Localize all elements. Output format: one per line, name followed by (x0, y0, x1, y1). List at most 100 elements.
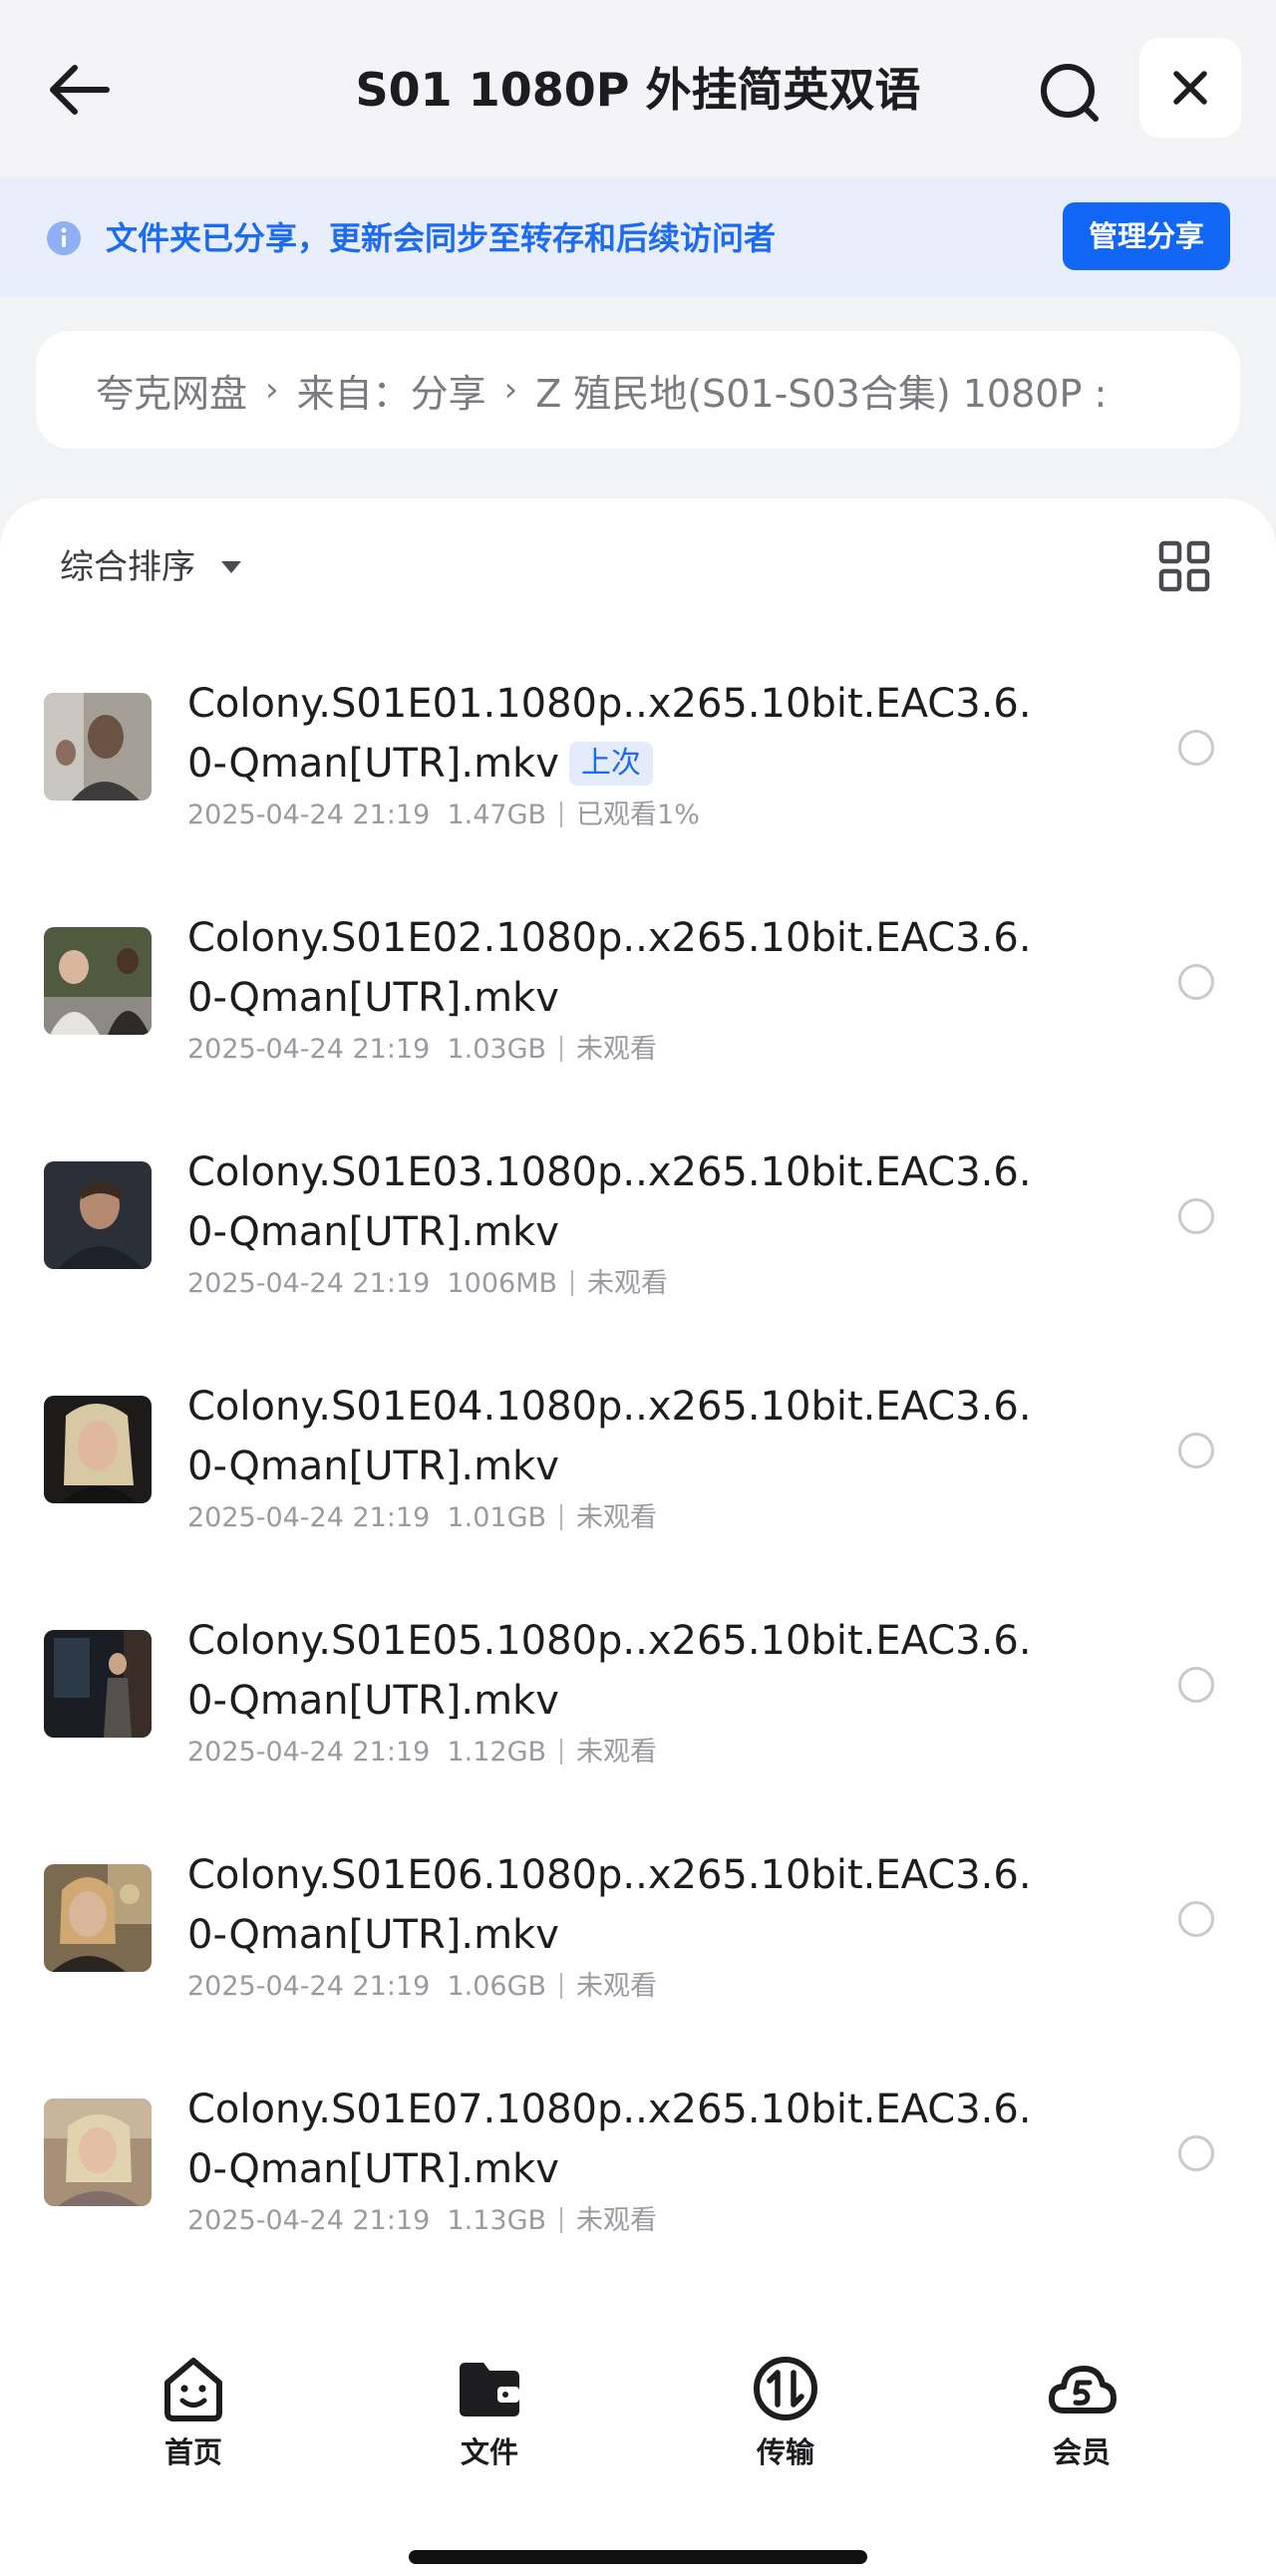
file-date: 2025-04-24 21:19 (187, 1737, 431, 1768)
tab-transfer-label: 传输 (756, 2435, 814, 2469)
list-item[interactable]: Colony.S01E05.1080p..x265.10bit.EAC3.6.0… (0, 1585, 1276, 1819)
chevron-right-icon: › (265, 370, 279, 410)
select-radio[interactable] (1178, 964, 1214, 1000)
caret-down-icon (221, 561, 241, 573)
close-icon (1173, 71, 1207, 105)
file-meta: 2025-04-24 21:19 1.47GB 已观看1% (187, 796, 700, 835)
breadcrumb-item-folder[interactable]: Z 殖民地(S01-S03合集) 1080P : (535, 363, 1107, 418)
info-icon (47, 221, 81, 255)
video-thumbnail (44, 927, 152, 1035)
video-thumbnail (44, 2098, 152, 2206)
file-meta: 2025-04-24 21:19 1.12GB 未观看 (187, 1733, 657, 1772)
breadcrumb-item-root[interactable]: 夸克网盘 (96, 363, 247, 418)
page-title: S01 1080P 外挂简英双语 (355, 63, 921, 117)
file-meta: 2025-04-24 21:19 1006MB 未观看 (187, 1264, 668, 1304)
top-bar: S01 1080P 外挂简英双语 (0, 0, 1276, 177)
file-date: 2025-04-24 21:19 (187, 1268, 431, 1299)
file-date: 2025-04-24 21:19 (187, 1502, 431, 1533)
list-item[interactable]: Colony.S01E03.1080p..x265.10bit.EAC3.6.0… (0, 1117, 1276, 1351)
file-date: 2025-04-24 21:19 (187, 1034, 431, 1065)
watch-status: 未观看 (576, 2205, 658, 2236)
breadcrumb-item-share[interactable]: 来自：分享 (297, 363, 486, 418)
back-arrow-icon (50, 65, 110, 115)
search-button[interactable] (1027, 50, 1113, 136)
manage-share-button[interactable]: 管理分享 (1063, 202, 1230, 270)
watch-status: 未观看 (576, 1502, 658, 1533)
select-radio[interactable] (1178, 1198, 1214, 1234)
watch-status: 未观看 (576, 1971, 658, 2002)
file-size: 1006MB (447, 1268, 558, 1299)
watch-status: 未观看 (576, 1034, 658, 1065)
list-item[interactable]: Colony.S01E02.1080p..x265.10bit.EAC3.6.0… (0, 882, 1276, 1117)
file-meta: 2025-04-24 21:19 1.01GB 未观看 (187, 1498, 657, 1538)
list-item[interactable]: Colony.S01E06.1080p..x265.10bit.EAC3.6.0… (0, 1819, 1276, 2054)
last-played-badge: 上次 (568, 742, 653, 786)
tab-transfer[interactable]: 传输 (696, 2353, 875, 2502)
tab-member-label: 会员 (1052, 2435, 1111, 2469)
select-radio[interactable] (1178, 1901, 1214, 1937)
video-thumbnail (44, 1630, 152, 1738)
video-thumbnail (44, 1396, 152, 1503)
divider (560, 1036, 563, 1062)
share-notice-text: 文件夹已分享，更新会同步至转存和后续访问者 (106, 219, 777, 257)
sort-label: 综合排序 (60, 547, 195, 587)
file-name: Colony.S01E05.1080p..x265.10bit.EAC3.6.0… (187, 1618, 1032, 1724)
breadcrumb: 夸克网盘 › 来自：分享 › Z 殖民地(S01-S03合集) 1080P : (36, 331, 1240, 449)
search-icon (1041, 64, 1099, 122)
watch-status: 已观看1% (576, 800, 700, 830)
transfer-icon (754, 2357, 817, 2420)
sort-dropdown[interactable]: 综合排序 (60, 542, 241, 592)
grid-view-icon[interactable] (1156, 538, 1212, 594)
file-name: Colony.S01E01.1080p..x265.10bit.EAC3.6.0… (187, 674, 1045, 794)
chevron-right-icon: › (503, 370, 518, 410)
file-list: Colony.S01E01.1080p..x265.10bit.EAC3.6.0… (0, 648, 1276, 2288)
video-thumbnail (44, 1161, 152, 1269)
tab-home-label: 首页 (163, 2435, 222, 2469)
divider (560, 1504, 563, 1530)
file-date: 2025-04-24 21:19 (187, 2205, 431, 2236)
select-radio[interactable] (1178, 1667, 1214, 1703)
file-name: Colony.S01E02.1080p..x265.10bit.EAC3.6.0… (187, 915, 1032, 1021)
file-size: 1.13GB (447, 2205, 547, 2236)
file-date: 2025-04-24 21:19 (187, 800, 431, 830)
list-item[interactable]: Colony.S01E01.1080p..x265.10bit.EAC3.6.0… (0, 648, 1276, 882)
file-name: Colony.S01E06.1080p..x265.10bit.EAC3.6.0… (187, 1852, 1032, 1958)
list-item[interactable]: Colony.S01E07.1080p..x265.10bit.EAC3.6.0… (0, 2054, 1276, 2288)
file-name: Colony.S01E04.1080p..x265.10bit.EAC3.6.0… (187, 1384, 1032, 1489)
divider (560, 2207, 563, 2233)
home-face-icon (164, 2358, 222, 2421)
divider (560, 1739, 563, 1765)
file-meta: 2025-04-24 21:19 1.13GB 未观看 (187, 2201, 657, 2241)
file-size: 1.01GB (447, 1502, 547, 1533)
list-item[interactable]: Colony.S01E04.1080p..x265.10bit.EAC3.6.0… (0, 1351, 1276, 1585)
file-date: 2025-04-24 21:19 (187, 1971, 431, 2002)
close-button[interactable] (1139, 38, 1241, 138)
file-name: Colony.S01E07.1080p..x265.10bit.EAC3.6.0… (187, 2087, 1032, 2192)
file-name: Colony.S01E03.1080p..x265.10bit.EAC3.6.0… (187, 1149, 1032, 1255)
tab-member[interactable]: 会员 (992, 2353, 1171, 2502)
select-radio[interactable] (1178, 2135, 1214, 2171)
divider (560, 802, 563, 827)
divider (560, 1973, 563, 1999)
file-size: 1.12GB (447, 1737, 547, 1768)
select-radio[interactable] (1178, 730, 1214, 766)
member-cloud-icon (1049, 2366, 1116, 2414)
file-meta: 2025-04-24 21:19 1.06GB 未观看 (187, 1967, 657, 2007)
select-radio[interactable] (1178, 1433, 1214, 1468)
file-size: 1.06GB (447, 1971, 547, 2002)
back-button[interactable] (40, 50, 120, 130)
page: S01 1080P 外挂简英双语 文件夹已分享，更新会同步至转存和后续访问者 管… (0, 0, 1276, 2576)
video-thumbnail (44, 693, 152, 801)
divider (571, 1270, 574, 1296)
bottom-tab-bar: 首页 文件 传输 会员 (0, 2333, 1276, 2576)
folder-icon (460, 2363, 519, 2416)
file-list-panel: 综合排序 Colony.S01E01.1080p..x265.10bit.EAC… (0, 498, 1276, 2343)
home-indicator (409, 2550, 867, 2564)
tab-home[interactable]: 首页 (104, 2353, 283, 2502)
video-thumbnail (44, 1864, 152, 1972)
file-meta: 2025-04-24 21:19 1.03GB 未观看 (187, 1030, 657, 1070)
watch-status: 未观看 (587, 1268, 669, 1299)
tab-files-label: 文件 (460, 2435, 518, 2469)
file-size: 1.03GB (447, 1034, 547, 1065)
tab-files[interactable]: 文件 (400, 2353, 579, 2502)
